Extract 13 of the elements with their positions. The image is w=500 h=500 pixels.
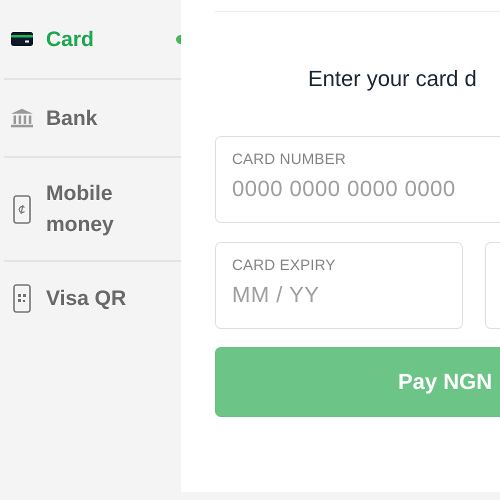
field-label: CARD NUMBER <box>232 151 347 168</box>
input-field[interactable]: CARD EXPIRY MM / YY <box>215 242 463 329</box>
input-field[interactable]: CARD NUMBER 0000 0000 0000 0000 <box>215 136 500 223</box>
payment-method-item[interactable]: Visa QR <box>4 262 181 334</box>
phone-icon <box>11 284 33 312</box>
text-input[interactable]: 0000 0000 0000 0000 <box>232 176 500 202</box>
card-icon <box>11 32 33 46</box>
form-heading: Enter your card d <box>307 65 478 93</box>
bank-icon <box>11 107 33 129</box>
pay-button[interactable]: Pay NGN <box>215 347 500 417</box>
phone-icon <box>11 194 33 224</box>
text-input[interactable]: MM / YY <box>232 282 446 308</box>
field-label: CARD EXPIRY <box>232 257 337 274</box>
